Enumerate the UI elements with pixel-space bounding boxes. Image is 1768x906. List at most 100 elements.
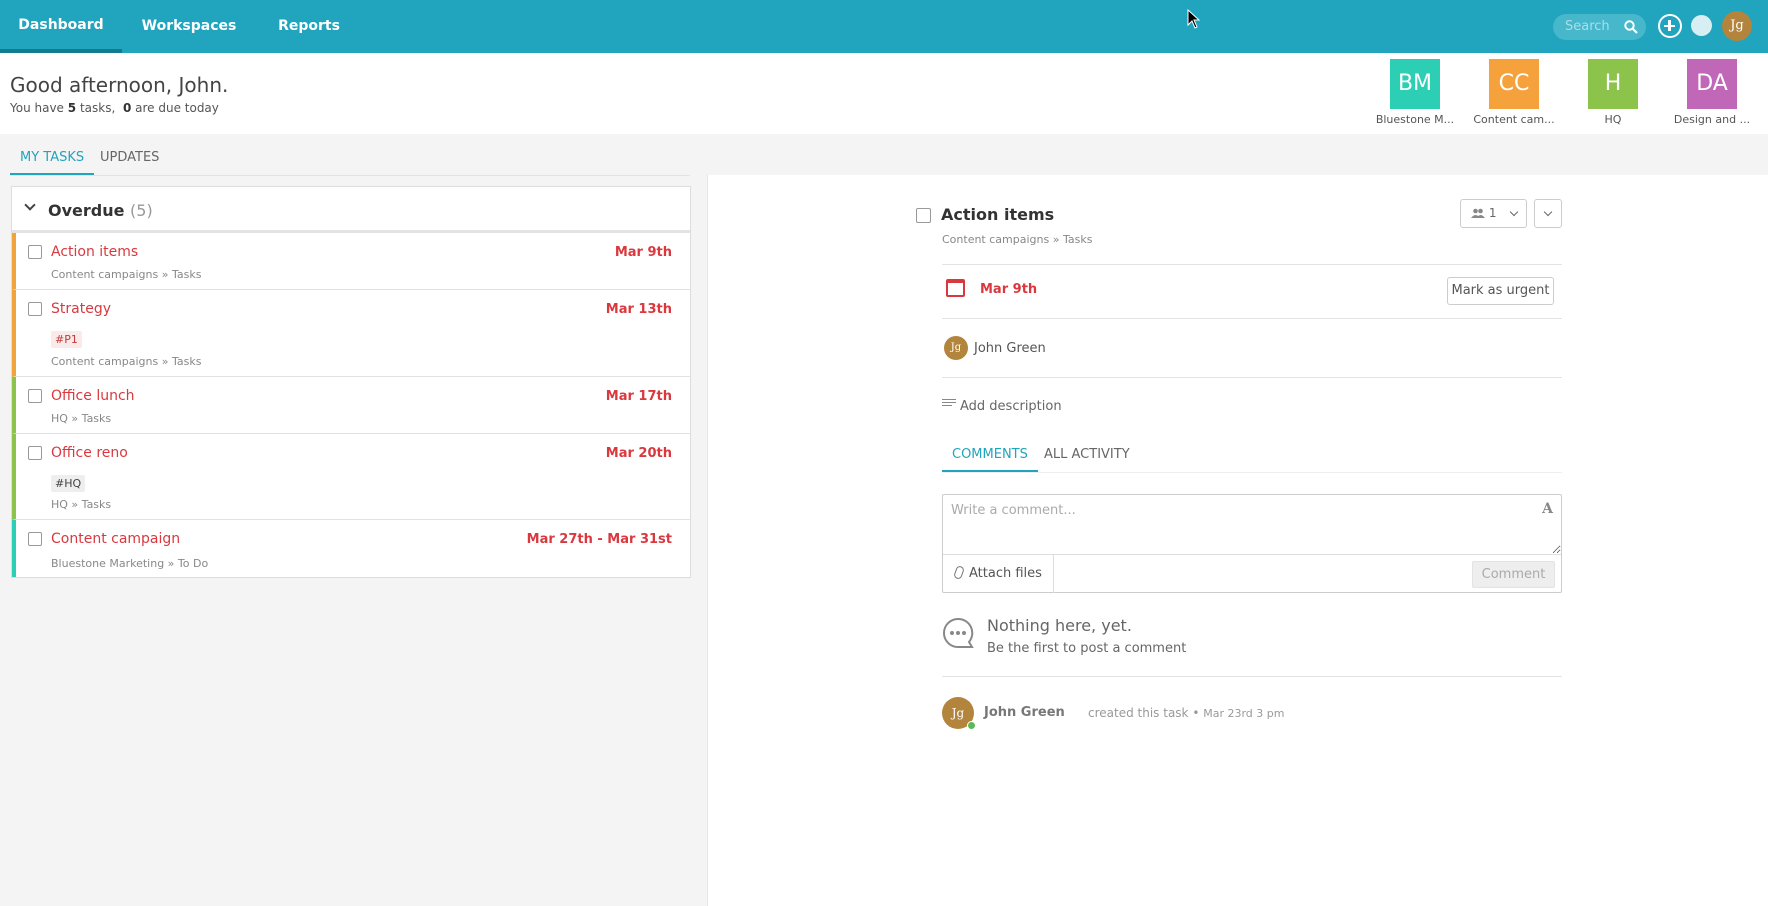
task-row[interactable]: Strategy Mar 13th #P1 Content campaigns … (12, 290, 690, 377)
task-due-date: Mar 9th (614, 245, 672, 260)
members-button[interactable]: 1 (1460, 199, 1527, 228)
task-row[interactable]: Content campaign Mar 27th - Mar 31st Blu… (12, 520, 690, 577)
task-list: Tasks (81, 498, 112, 511)
task-name[interactable]: Strategy (51, 301, 111, 317)
breadcrumb-list[interactable]: Tasks (1063, 233, 1092, 246)
task-workspace: Content campaigns (51, 268, 159, 281)
speech-bubble-icon (943, 617, 974, 648)
workspace-name: Design and ... (1673, 113, 1751, 126)
empty-comments-title: Nothing here, yet. (987, 616, 1132, 635)
task-detail-panel: Action items Content campaigns » Tasks 1… (707, 175, 1768, 906)
attach-files-label: Attach files (969, 566, 1042, 581)
text-format-icon[interactable]: A (1542, 501, 1553, 517)
task-breadcrumb: Content campaigns » Tasks (942, 233, 1093, 246)
summary-prefix: You have (10, 101, 64, 115)
top-nav-bar: Dashboard Workspaces Reports Search Jg (0, 0, 1768, 53)
activity-user[interactable]: John Green (984, 705, 1065, 720)
task-row[interactable]: Action items Mar 9th Content campaigns »… (12, 233, 690, 290)
activity-entry: created this task • Mar 23rd 3 pm (1088, 706, 1285, 720)
comment-toolbar: Attach files Comment (943, 554, 1561, 593)
empty-comments-subtitle: Be the first to post a comment (987, 641, 1187, 656)
divider (942, 318, 1562, 319)
task-path: HQ » Tasks (51, 412, 112, 425)
divider (942, 264, 1562, 265)
task-checkbox[interactable] (28, 302, 42, 316)
calendar-icon[interactable] (946, 279, 965, 297)
task-path: Content campaigns » Tasks (51, 268, 202, 281)
overdue-task-panel: Overdue (5) Action items Mar 9th Content… (11, 186, 691, 578)
search-placeholder: Search (1565, 19, 1610, 34)
workspace-shortcut-hq[interactable]: H HQ (1568, 59, 1658, 126)
chevron-down-icon[interactable] (24, 199, 36, 211)
due-today-count: 0 (122, 101, 132, 115)
overdue-count: (5) (130, 201, 153, 220)
user-avatar[interactable]: Jg (1722, 11, 1752, 41)
add-description-link[interactable]: Add description (960, 399, 1062, 414)
breadcrumb-workspace[interactable]: Content campaigns (942, 233, 1049, 246)
task-row[interactable]: Office reno Mar 20th #HQ HQ » Tasks (12, 434, 690, 520)
task-count: 5 (67, 101, 77, 115)
task-checkbox[interactable] (28, 389, 42, 403)
workspace-shortcut-design[interactable]: DA Design and ... (1667, 59, 1757, 126)
task-due-date: Mar 17th (605, 389, 672, 404)
task-workspace: HQ (51, 498, 68, 511)
task-due-date: Mar 13th (605, 302, 672, 317)
post-comment-button[interactable]: Comment (1472, 561, 1555, 588)
task-tag[interactable]: #HQ (51, 475, 86, 492)
task-complete-checkbox[interactable] (916, 208, 931, 223)
task-name[interactable]: Office lunch (51, 388, 135, 404)
task-name[interactable]: Action items (51, 244, 138, 260)
task-summary: You have 5 tasks, 0 are due today (10, 101, 219, 115)
paperclip-icon (953, 565, 965, 580)
task-title[interactable]: Action items (941, 205, 1054, 224)
assignee-avatar[interactable]: Jg (944, 336, 968, 360)
assignee-name[interactable]: John Green (974, 341, 1046, 356)
activity-action: created this task (1088, 706, 1189, 720)
nav-tab-workspaces[interactable]: Workspaces (122, 0, 256, 53)
mark-urgent-button[interactable]: Mark as urgent (1447, 277, 1554, 305)
task-list: Tasks (171, 268, 202, 281)
task-list: Tasks (81, 412, 112, 425)
online-status-icon (967, 721, 976, 730)
task-checkbox[interactable] (28, 532, 42, 546)
divider (942, 377, 1562, 378)
chevron-down-icon (1543, 207, 1553, 217)
workspace-tile: H (1588, 59, 1638, 109)
task-checkbox[interactable] (28, 446, 42, 460)
search-icon (1624, 20, 1638, 34)
task-name[interactable]: Office reno (51, 445, 128, 461)
comment-input[interactable] (943, 495, 1561, 554)
nav-tab-dashboard[interactable]: Dashboard (0, 0, 122, 53)
task-path: Bluestone Marketing » To Do (51, 557, 209, 570)
task-due-date: Mar 27th - Mar 31st (526, 532, 672, 547)
tab-comments[interactable]: COMMENTS (942, 445, 1038, 472)
task-name[interactable]: Content campaign (51, 531, 180, 547)
workspace-name: HQ (1604, 113, 1622, 126)
dashboard-header: Good afternoon, John. You have 5 tasks, … (0, 53, 1768, 134)
task-checkbox[interactable] (28, 245, 42, 259)
workspace-shortcut-content[interactable]: CC Content cam... (1469, 59, 1559, 126)
tab-updates[interactable]: UPDATES (90, 148, 169, 175)
more-options-button[interactable] (1534, 199, 1562, 228)
greeting-title: Good afternoon, John. (10, 73, 229, 97)
add-icon[interactable] (1658, 14, 1682, 38)
tab-my-tasks[interactable]: MY TASKS (10, 148, 95, 175)
search-input[interactable]: Search (1553, 14, 1646, 40)
task-tag[interactable]: #P1 (51, 331, 82, 348)
members-count: 1 (1488, 206, 1497, 220)
nav-tab-reports[interactable]: Reports (256, 0, 362, 53)
workspace-tile: BM (1390, 59, 1440, 109)
workspace-name: Content cam... (1473, 113, 1555, 126)
task-row[interactable]: Office lunch Mar 17th HQ » Tasks (12, 377, 690, 434)
text-lines-icon (942, 399, 956, 410)
workspace-shortcut-bluestone[interactable]: BM Bluestone M... (1370, 59, 1460, 126)
overdue-label: Overdue (48, 201, 125, 220)
summary-suffix: are due today (135, 101, 219, 115)
tab-all-activity[interactable]: ALL ACTIVITY (1034, 445, 1140, 472)
mouse-cursor-icon (1187, 9, 1201, 29)
notifications-icon[interactable] (1691, 15, 1712, 36)
task-path: HQ » Tasks (51, 498, 112, 511)
attach-files-button[interactable]: Attach files (943, 555, 1054, 593)
overdue-header[interactable]: Overdue (5) (12, 187, 690, 233)
due-date[interactable]: Mar 9th (980, 282, 1037, 297)
